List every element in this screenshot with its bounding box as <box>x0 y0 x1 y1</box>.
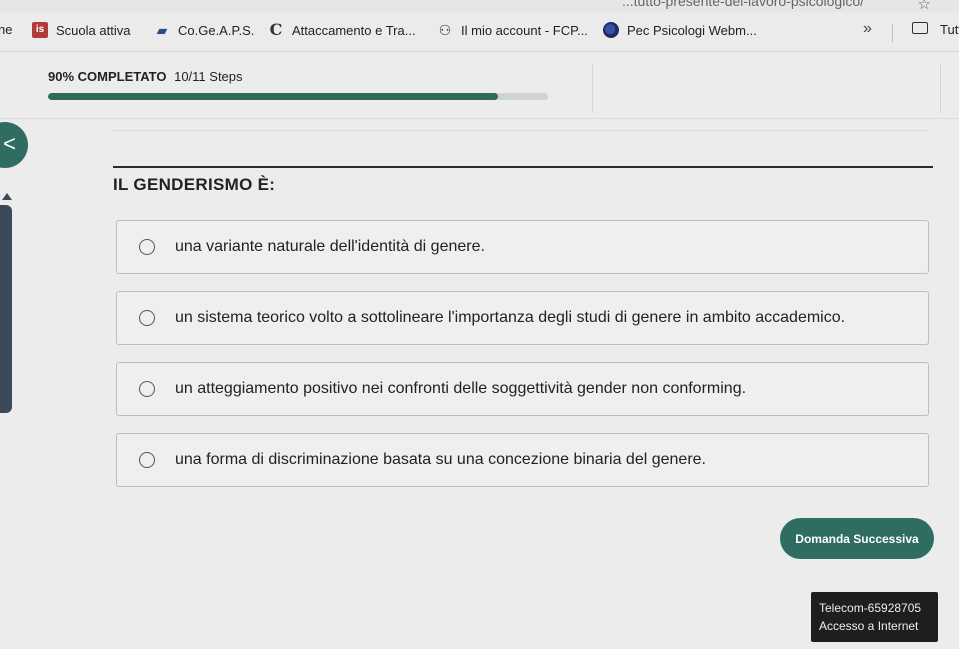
previous-button[interactable]: < <box>0 122 28 168</box>
progress-bar-fill <box>48 93 498 100</box>
network-tooltip: Telecom-65928705 Accesso a Internet <box>811 592 938 642</box>
bookmarks-separator <box>892 24 893 42</box>
url-bar[interactable]: ...tutto-presente-del-lavoro-psicologico… <box>0 0 959 12</box>
progress-bar <box>48 93 548 100</box>
network-status: Accesso a Internet <box>819 619 919 633</box>
progress-text: 90% COMPLETATO 10/11 Steps <box>48 69 243 84</box>
figures-icon: ⚇ <box>438 22 452 38</box>
bookmark-label: Il mio account - FCP... <box>461 22 588 38</box>
bookmark-label: Co.Ge.A.P.S. <box>178 22 255 38</box>
radio-button[interactable] <box>139 239 155 255</box>
radio-button[interactable] <box>139 452 155 468</box>
answer-option-2[interactable]: un sistema teorico volto a sottolineare … <box>116 291 929 345</box>
answer-option-4[interactable]: una forma di discriminazione basata su u… <box>116 433 929 487</box>
answer-option-label: una variante naturale dell'identità di g… <box>175 238 485 255</box>
progress-steps: 10/11 Steps <box>174 69 243 84</box>
bookmark-star-icon[interactable]: ☆ <box>918 0 931 12</box>
answer-option-3[interactable]: un atteggiamento positivo nei confronti … <box>116 362 929 416</box>
chevron-left-icon: < <box>3 131 16 156</box>
scroll-up-arrow-icon[interactable] <box>2 193 12 200</box>
answer-option-1[interactable]: una variante naturale dell'identità di g… <box>116 220 929 274</box>
radio-button[interactable] <box>139 381 155 397</box>
radio-button[interactable] <box>139 310 155 326</box>
folder-icon[interactable] <box>912 22 928 34</box>
bookmark-label: Scuola attiva <box>56 22 131 38</box>
question-title: IL GENDERISMO È: <box>113 175 276 194</box>
bookmark-label: Pec Psicologi Webm... <box>627 22 757 38</box>
network-name: Telecom-65928705 <box>819 601 922 615</box>
bookmark-cut-label: he <box>0 22 13 37</box>
bookmark-cogeaps[interactable]: ▰ Co.Ge.A.P.S. <box>154 22 255 38</box>
bookmarks-overflow-chevron-icon[interactable]: » <box>863 20 872 38</box>
question-rule <box>113 166 933 168</box>
next-question-button[interactable]: Domanda Successiva <box>780 518 934 559</box>
pec-globe-icon <box>603 22 619 38</box>
answer-option-label: un atteggiamento positivo nei confronti … <box>175 380 747 397</box>
bookmark-pec[interactable]: Pec Psicologi Webm... <box>603 22 757 38</box>
progress-header: 90% COMPLETATO 10/11 Steps <box>0 53 959 118</box>
divider-line <box>0 118 959 119</box>
c-logo-icon: C <box>269 20 283 39</box>
progress-percent: 90% COMPLETATO <box>48 69 167 84</box>
bookmarks-bar: he is Scuola attiva ▰ Co.Ge.A.P.S. C Att… <box>0 12 959 52</box>
bookmark-attaccamento[interactable]: C Attaccamento e Tra... <box>268 22 416 38</box>
header-divider <box>592 63 593 113</box>
bookmark-fcp[interactable]: ⚇ Il mio account - FCP... <box>437 22 588 38</box>
folder-label[interactable]: Tutt <box>940 22 959 37</box>
header-divider <box>940 63 941 113</box>
divider-line <box>110 130 930 131</box>
bookmark-label: Attaccamento e Tra... <box>292 22 416 38</box>
url-text: ...tutto-presente-del-lavoro-psicologico… <box>621 0 864 9</box>
bookmark-cut[interactable]: he <box>0 22 12 37</box>
cogeaps-logo-icon: ▰ <box>156 22 168 38</box>
scrollbar-thumb[interactable] <box>0 205 12 413</box>
answer-option-label: un sistema teorico volto a sottolineare … <box>175 309 846 326</box>
bookmark-scuola-attiva[interactable]: is Scuola attiva <box>32 22 130 38</box>
is-logo-icon: is <box>32 22 48 38</box>
answer-option-label: una forma di discriminazione basata su u… <box>175 451 706 468</box>
